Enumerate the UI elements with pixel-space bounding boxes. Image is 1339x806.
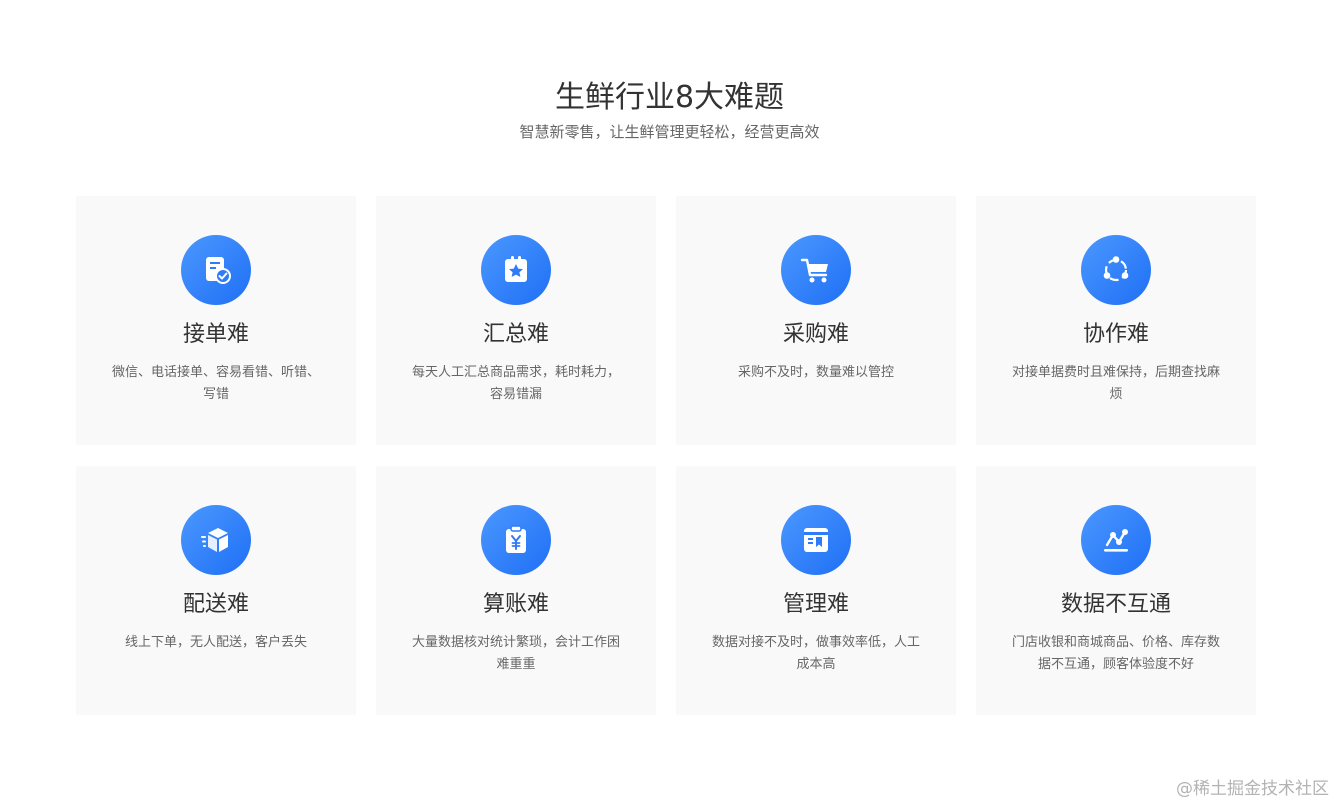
clipboard-yuan-icon [481,505,551,575]
card-description: 采购不及时，数量难以管控 [737,365,894,380]
card-title: 采购难 [782,322,849,347]
problem-card-accounting: 算账难 大量数据核对统计繁琐，会计工作困难重重 [376,466,656,715]
collaboration-cycle-icon [1081,235,1151,305]
card-title: 配送难 [182,592,249,617]
card-description: 每天人工汇总商品需求，耗时耗力，容易错漏 [411,365,620,402]
card-title: 数据不互通 [1060,592,1171,617]
page-title: 生鲜行业8大难题 [554,80,785,115]
card-title: 汇总难 [482,322,549,347]
card-title: 管理难 [782,592,849,617]
problem-card-delivery: 配送难 线上下单，无人配送，客户丢失 [76,466,356,715]
management-panel-icon [781,505,851,575]
problem-card-summary: 汇总难 每天人工汇总商品需求，耗时耗力，容易错漏 [376,196,656,445]
problem-card-grid: 接单难 微信、电话接单、容易看错、听错、写错 汇总难 每天人工汇总商品需求，耗时… [76,196,1256,715]
problem-card-order: 接单难 微信、电话接单、容易看错、听错、写错 [76,196,356,445]
delivery-box-icon [181,505,251,575]
card-title: 接单难 [182,322,249,347]
card-description: 线上下单，无人配送，客户丢失 [124,635,307,650]
problem-card-data: 数据不互通 门店收银和商城商品、价格、库存数据不互通，顾客体验度不好 [976,466,1256,715]
shopping-cart-icon [781,235,851,305]
order-document-check-icon [181,235,251,305]
card-title: 算账难 [482,592,549,617]
problem-card-management: 管理难 数据对接不及时，做事效率低，人工成本高 [676,466,956,715]
page-subtitle: 智慧新零售，让生鲜管理更轻松，经营更高效 [519,123,820,141]
card-description: 对接单据费时且难保持，后期查找麻烦 [1011,365,1220,402]
card-description: 数据对接不及时，做事效率低，人工成本高 [711,635,920,672]
watermark: @稀土掘金技术社区 [1176,779,1329,799]
problem-card-purchase: 采购难 采购不及时，数量难以管控 [676,196,956,445]
card-description: 门店收银和商城商品、价格、库存数据不互通，顾客体验度不好 [1011,635,1220,672]
clipboard-star-icon [481,235,551,305]
problem-card-collaboration: 协作难 对接单据费时且难保持，后期查找麻烦 [976,196,1256,445]
data-trend-icon [1081,505,1151,575]
card-description: 大量数据核对统计繁琐，会计工作困难重重 [411,635,620,672]
card-title: 协作难 [1082,322,1149,347]
card-description: 微信、电话接单、容易看错、听错、写错 [111,365,320,402]
